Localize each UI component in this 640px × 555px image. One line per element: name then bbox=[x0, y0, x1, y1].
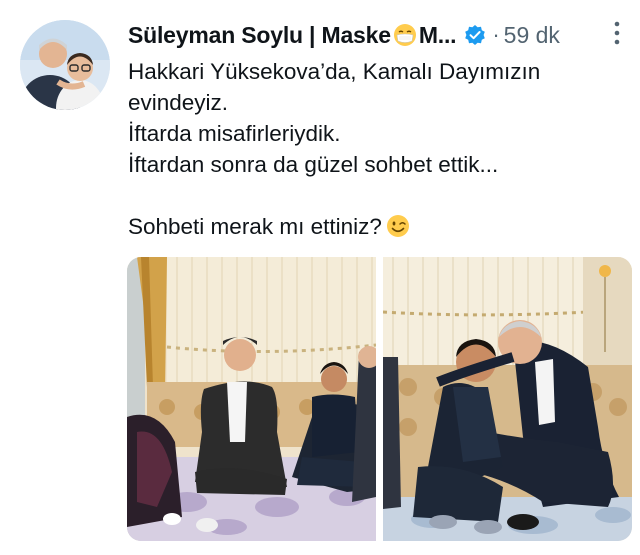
author-name-suffix[interactable]: M... bbox=[419, 22, 457, 49]
avatar[interactable] bbox=[20, 20, 110, 110]
author-name[interactable]: Süleyman Soylu | Maske bbox=[128, 22, 391, 49]
timestamp[interactable]: 59 dk bbox=[504, 22, 560, 49]
tweet-line: Hakkari Yüksekova’da, Kamalı Dayımızın bbox=[128, 59, 541, 84]
time-separator: · bbox=[492, 22, 500, 47]
tweet-line: İftarda misafirleriydik. bbox=[128, 121, 341, 146]
mask-emoji-icon bbox=[393, 23, 417, 47]
tweet-line-last: Sohbeti merak mı ettiniz? bbox=[128, 211, 618, 242]
tweet-photo-right[interactable] bbox=[383, 257, 632, 541]
tweet-line: evindeyiz. bbox=[128, 90, 229, 115]
tweet-line: Sohbeti merak mı ettiniz? bbox=[128, 214, 382, 239]
more-options-icon[interactable] bbox=[612, 20, 622, 46]
tweet-header: Süleyman Soylu | Maske M... · 59 dk bbox=[128, 16, 628, 54]
tweet-line: İftardan sonra da güzel sohbet ettik... bbox=[128, 152, 499, 177]
tweet-text: Hakkari Yüksekova’da, Kamalı Dayımızın e… bbox=[128, 56, 618, 242]
winking-face-icon bbox=[386, 214, 410, 238]
tweet-photo-left[interactable] bbox=[127, 257, 376, 541]
verified-badge-icon bbox=[464, 24, 486, 46]
